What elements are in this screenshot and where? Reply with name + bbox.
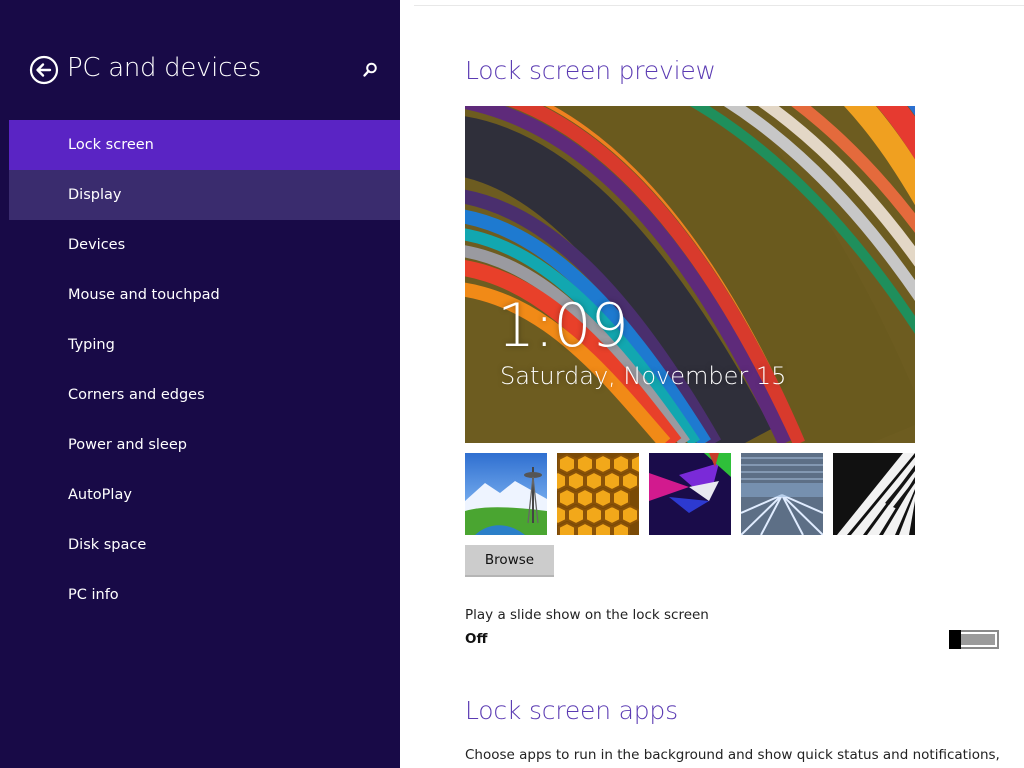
slideshow-state-label: Off (465, 631, 488, 647)
lock-screen-apps-description: Choose apps to run in the background and… (465, 747, 1000, 763)
nav-item-power-and-sleep[interactable]: Power and sleep (9, 420, 400, 470)
lock-screen-apps-heading: Lock screen apps (465, 696, 678, 725)
lock-screen-time: 1:09 (497, 291, 629, 361)
nav-item-autoplay[interactable]: AutoPlay (9, 470, 400, 520)
nav-item-corners-and-edges[interactable]: Corners and edges (9, 370, 400, 420)
slideshow-label: Play a slide show on the lock screen (465, 607, 709, 623)
toggle-thumb[interactable] (949, 630, 961, 649)
search-icon[interactable] (360, 60, 380, 80)
nav-item-typing[interactable]: Typing (9, 320, 400, 370)
slideshow-toggle[interactable] (949, 630, 999, 649)
browse-button[interactable]: Browse (465, 545, 554, 577)
nav-item-devices[interactable]: Devices (9, 220, 400, 270)
nav-item-lock-screen[interactable]: Lock screen (9, 120, 400, 170)
divider (414, 5, 1024, 6)
space-needle-thumbnail[interactable] (465, 453, 547, 535)
nav-item-pc-info[interactable]: PC info (9, 570, 400, 620)
escalator-thumbnail[interactable] (741, 453, 823, 535)
lock-screen-date: Saturday, November 15 (500, 362, 787, 390)
settings-nav: Lock screen Display Devices Mouse and to… (9, 120, 400, 620)
main-content: Lock screen preview 1:09 Saturday, Novem… (400, 0, 1024, 768)
honeycomb-thumbnail[interactable] (557, 453, 639, 535)
lock-screen-preview-image: 1:09 Saturday, November 15 (465, 106, 915, 443)
background-picker (465, 453, 915, 535)
nav-item-display[interactable]: Display (9, 170, 400, 220)
page-title: PC and devices (67, 53, 262, 83)
geometric-shapes-thumbnail[interactable] (649, 453, 731, 535)
lock-screen-preview-heading: Lock screen preview (465, 56, 716, 85)
sidebar: PC and devices Lock screen Display Devic… (0, 0, 400, 768)
piano-keys-thumbnail[interactable] (833, 453, 915, 535)
nav-item-mouse-and-touchpad[interactable]: Mouse and touchpad (9, 270, 400, 320)
back-arrow-icon[interactable] (29, 55, 59, 85)
nav-item-disk-space[interactable]: Disk space (9, 520, 400, 570)
